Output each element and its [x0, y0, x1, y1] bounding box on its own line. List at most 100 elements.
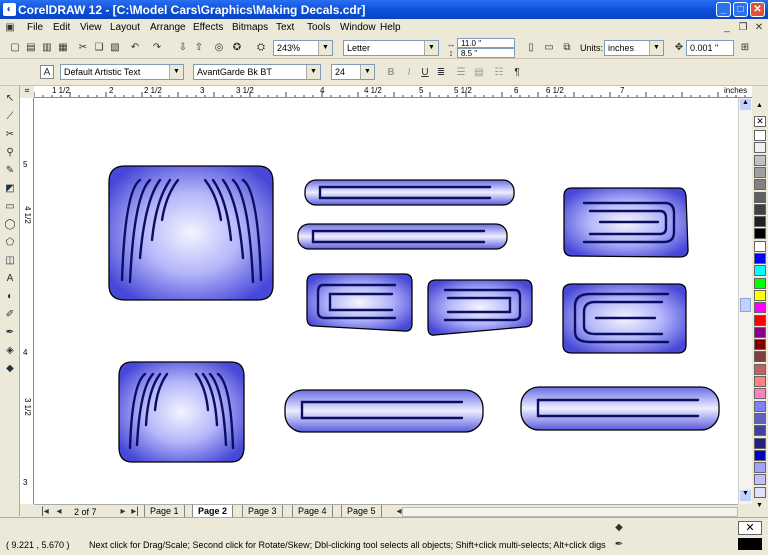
numbered-list-icon[interactable]: ☷ — [492, 66, 506, 80]
color-swatch[interactable] — [754, 474, 766, 486]
doc-close-icon[interactable]: ✕ — [752, 21, 766, 35]
horizontal-ruler[interactable]: 1 1/2 2 2 1/2 3 3 1/2 4 4 1/2 5 5 1/2 6 … — [34, 86, 752, 98]
palette-scroll-down-icon[interactable]: ▼ — [756, 502, 763, 509]
decal-strip[interactable] — [520, 386, 720, 431]
menu-arrange[interactable]: Arrange — [150, 22, 186, 33]
color-swatch[interactable] — [754, 289, 766, 301]
bullet-list-icon[interactable]: ☰ — [454, 66, 468, 80]
interactive-blend-icon[interactable]: ◐ — [3, 290, 17, 304]
eyedropper-tool-icon[interactable]: ✐ — [3, 308, 17, 322]
scroll-up-icon[interactable]: ▲ — [740, 99, 751, 110]
color-swatch[interactable] — [754, 216, 766, 228]
no-fill-swatch[interactable]: ✕ — [754, 116, 766, 127]
duplicate-distance-icon[interactable]: ⊞ — [738, 41, 752, 55]
outline-color-swatch[interactable] — [738, 538, 762, 550]
units-select[interactable]: inches ▼ — [604, 40, 664, 56]
font-size-select[interactable]: 24 ▼ — [331, 64, 375, 80]
ellipse-tool-icon[interactable]: ◯ — [3, 218, 17, 232]
decal-artwork[interactable] — [34, 98, 738, 504]
maximize-button[interactable]: □ — [733, 2, 748, 17]
undo-icon[interactable]: ↶ — [128, 41, 142, 55]
landscape-icon[interactable]: ▭ — [542, 41, 556, 55]
fill-indicator-icon[interactable]: ◆ — [612, 521, 626, 535]
color-swatch[interactable] — [754, 130, 766, 141]
color-swatch[interactable] — [754, 154, 766, 166]
palette-scroll-up-icon[interactable]: ▲ — [756, 102, 763, 109]
zoom-tool-icon[interactable]: ⚲ — [3, 146, 17, 160]
color-swatch[interactable] — [754, 425, 766, 437]
color-swatch[interactable] — [754, 486, 766, 498]
paper-type-select[interactable]: Letter ▼ — [343, 40, 439, 56]
ruler-origin-icon[interactable]: ⌗ — [20, 86, 34, 98]
doc-restore-icon[interactable]: ❐ — [736, 21, 750, 35]
text-tool-icon[interactable]: A — [40, 65, 54, 79]
rectangle-tool-icon[interactable]: ▭ — [3, 200, 17, 214]
outline-tool-icon[interactable]: ✒ — [3, 326, 17, 340]
menu-edit[interactable]: Edit — [53, 22, 70, 33]
underline-icon[interactable]: U — [418, 66, 432, 80]
font-family-select[interactable]: AvantGarde Bk BT ▼ — [193, 64, 321, 80]
vertical-ruler[interactable]: 5 4 1/2 4 3 1/2 3 — [20, 98, 34, 504]
pick-tool-icon[interactable]: ↖ — [3, 92, 17, 106]
smart-fill-icon[interactable]: ◩ — [3, 182, 17, 196]
doc-minimize-icon[interactable]: _ — [720, 21, 734, 35]
decal-strip[interactable] — [297, 223, 508, 250]
all-pages-icon[interactable]: ⧉ — [560, 41, 574, 55]
color-swatch[interactable] — [754, 400, 766, 412]
save-icon[interactable]: ▥ — [40, 41, 54, 55]
menu-file[interactable]: File — [27, 22, 43, 33]
text-style-select[interactable]: Default Artistic Text ▼ — [60, 64, 184, 80]
cut-icon[interactable]: ✂ — [76, 41, 90, 55]
portrait-icon[interactable]: ▯ — [524, 41, 538, 55]
redo-icon[interactable]: ↷ — [150, 41, 164, 55]
color-swatch[interactable] — [754, 302, 766, 314]
bold-icon[interactable]: B — [384, 66, 398, 80]
color-swatch[interactable] — [754, 314, 766, 326]
export-icon[interactable]: ⇧ — [192, 41, 206, 55]
outline-indicator-icon[interactable]: ✒ — [612, 538, 626, 552]
fill-color-swatch[interactable]: ✕ — [738, 521, 762, 535]
scroll-down-icon[interactable]: ▼ — [740, 490, 751, 501]
color-swatch[interactable] — [754, 462, 766, 474]
color-swatch[interactable] — [754, 363, 766, 375]
zoom-level-combo[interactable]: 243% ▼ — [273, 40, 333, 56]
menu-window[interactable]: Window — [340, 22, 376, 33]
color-swatch[interactable] — [754, 142, 766, 154]
close-button[interactable]: ✕ — [750, 2, 765, 17]
drawing-canvas[interactable] — [34, 98, 752, 504]
polygon-tool-icon[interactable]: ⬠ — [3, 236, 17, 250]
color-swatch[interactable] — [754, 437, 766, 449]
menu-layout[interactable]: Layout — [110, 22, 140, 33]
chevron-down-icon[interactable]: ▼ — [318, 41, 332, 55]
minimize-button[interactable]: _ — [716, 2, 731, 17]
corel-online-icon[interactable]: ✪ — [230, 41, 244, 55]
color-swatch[interactable] — [754, 449, 766, 461]
chevron-down-icon[interactable]: ▼ — [649, 41, 663, 55]
fill-tool-icon[interactable]: ◈ — [3, 344, 17, 358]
drop-cap-icon[interactable]: ▤ — [472, 66, 486, 80]
menu-tools[interactable]: Tools — [307, 22, 330, 33]
page-height-input[interactable]: 8.5 " — [457, 48, 515, 58]
decal-strip[interactable] — [304, 179, 515, 206]
chevron-down-icon[interactable]: ▼ — [169, 65, 183, 79]
decal-side-window[interactable] — [427, 279, 533, 336]
document-icon[interactable]: ▣ — [3, 21, 17, 35]
color-swatch[interactable] — [754, 191, 766, 203]
coreldraw-app-icon[interactable]: ◐ — [3, 3, 16, 16]
horizontal-scrollbar[interactable] — [402, 507, 738, 517]
decal-windshield-small[interactable] — [118, 361, 245, 463]
new-icon[interactable]: ▢ — [8, 41, 22, 55]
color-swatch[interactable] — [754, 228, 766, 240]
welcome-icon[interactable]: ⛭ — [254, 41, 268, 55]
color-swatch[interactable] — [754, 253, 766, 264]
color-swatch[interactable] — [754, 412, 766, 424]
nudge-offset-input[interactable]: 0.001 " — [686, 40, 734, 56]
import-icon[interactable]: ⇩ — [176, 41, 190, 55]
align-icon[interactable]: ≣ — [434, 66, 448, 80]
freehand-tool-icon[interactable]: ✎ — [3, 164, 17, 178]
print-icon[interactable]: ▦ — [56, 41, 70, 55]
italic-icon[interactable]: I — [402, 66, 416, 80]
interactive-fill-icon[interactable]: ◆ — [3, 362, 17, 376]
application-launcher-icon[interactable]: ◎ — [212, 41, 226, 55]
color-swatch[interactable] — [754, 277, 766, 289]
